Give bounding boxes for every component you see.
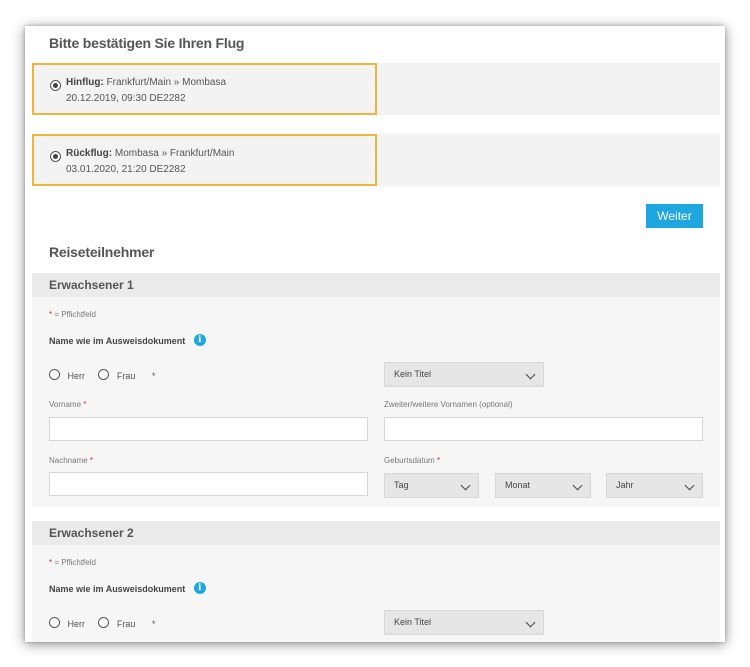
adult-1-salutation-required: * bbox=[151, 371, 156, 381]
adult-1-required-note: * = Pflichtfeld bbox=[49, 310, 96, 319]
return-details: 03.01.2020, 21:20 DE2282 bbox=[66, 164, 186, 175]
info-icon[interactable]: i bbox=[193, 333, 206, 346]
adult-1-middlename-label: Zweiter/weitere Vornamen (optional) bbox=[384, 400, 513, 409]
adult-1-title-value: Kein Titel bbox=[394, 369, 432, 379]
adult-1-firstname-input[interactable] bbox=[49, 417, 368, 441]
chevron-down-icon bbox=[572, 480, 583, 491]
adult-1-mrs-radio[interactable] bbox=[98, 369, 110, 381]
adult-2-title-select[interactable]: Kein Titel bbox=[384, 610, 544, 635]
adult-2-mrs-label: Frau bbox=[116, 619, 136, 629]
adult-1-birthdate-label: Geburtsdatum * bbox=[384, 456, 441, 465]
adult-1-mrs-label: Frau bbox=[116, 371, 136, 381]
outbound-route: Frankfurt/Main » Mombasa bbox=[106, 77, 227, 88]
adult-2-salutation: Herr Frau * bbox=[49, 614, 155, 632]
adult-1-mr-radio[interactable] bbox=[49, 369, 60, 381]
adult-2-mr-radio[interactable] bbox=[49, 617, 60, 629]
adult-1-lastname-label: Nachname * bbox=[49, 456, 94, 465]
info-icon[interactable]: i bbox=[193, 581, 206, 594]
adult-2-mrs-radio[interactable] bbox=[98, 617, 110, 629]
adult-2-required-note: * = Pflichtfeld bbox=[49, 558, 96, 567]
adult-2-salutation-required: * bbox=[151, 619, 156, 629]
adult-1-lastname-input[interactable] bbox=[49, 472, 368, 496]
adult-1-title-select[interactable]: Kein Titel bbox=[384, 362, 544, 387]
return-label: Rückflug: bbox=[66, 148, 113, 159]
adult-1-year-select[interactable]: Jahr bbox=[606, 473, 703, 498]
outbound-details: 20.12.2019, 09:30 DE2282 bbox=[66, 93, 186, 104]
continue-button[interactable]: Weiter bbox=[646, 204, 703, 228]
chevron-down-icon bbox=[460, 480, 471, 491]
adult-1-name-label: Name wie im Ausweisdokument bbox=[49, 336, 186, 346]
adult-2-heading: Erwachsener 2 bbox=[32, 521, 720, 545]
chevron-down-icon bbox=[525, 617, 536, 628]
chevron-down-icon bbox=[684, 480, 695, 491]
participants-title: Reiseteilnehmer bbox=[49, 244, 155, 260]
adult-2-title-value: Kein Titel bbox=[394, 617, 432, 627]
adult-2-name-label: Name wie im Ausweisdokument bbox=[49, 584, 186, 594]
return-flight-summary: Rückflug: Mombasa » Frankfurt/Main bbox=[66, 148, 234, 159]
adult-1-mr-label: Herr bbox=[67, 371, 85, 381]
adult-1-salutation: Herr Frau * bbox=[49, 366, 155, 384]
outbound-flight-option[interactable]: Hinflug: Frankfurt/Main » Mombasa 20.12.… bbox=[32, 63, 377, 115]
adult-1-name-heading: Name wie im Ausweisdokument i bbox=[49, 331, 206, 349]
return-radio[interactable] bbox=[50, 148, 61, 166]
return-route: Mombasa » Frankfurt/Main bbox=[114, 148, 235, 159]
chevron-down-icon bbox=[525, 369, 536, 380]
return-flight-option[interactable]: Rückflug: Mombasa » Frankfurt/Main 03.01… bbox=[32, 134, 377, 186]
adult-1-heading: Erwachsener 1 bbox=[32, 273, 720, 297]
adult-2-name-heading: Name wie im Ausweisdokument i bbox=[49, 579, 206, 597]
adult-2-mr-label: Herr bbox=[67, 619, 85, 629]
confirm-flight-title: Bitte bestätigen Sie Ihren Flug bbox=[49, 35, 245, 51]
outbound-flight-summary: Hinflug: Frankfurt/Main » Mombasa bbox=[66, 77, 226, 88]
outbound-label: Hinflug: bbox=[66, 77, 104, 88]
adult-1-middlename-input[interactable] bbox=[384, 417, 703, 441]
adult-1-month-select[interactable]: Monat bbox=[495, 473, 591, 498]
adult-1-day-select[interactable]: Tag bbox=[384, 473, 479, 498]
adult-1-firstname-label: Vorname * bbox=[49, 400, 87, 409]
booking-form-window: Bitte bestätigen Sie Ihren Flug Hinflug:… bbox=[25, 26, 725, 642]
outbound-radio[interactable] bbox=[50, 77, 61, 95]
